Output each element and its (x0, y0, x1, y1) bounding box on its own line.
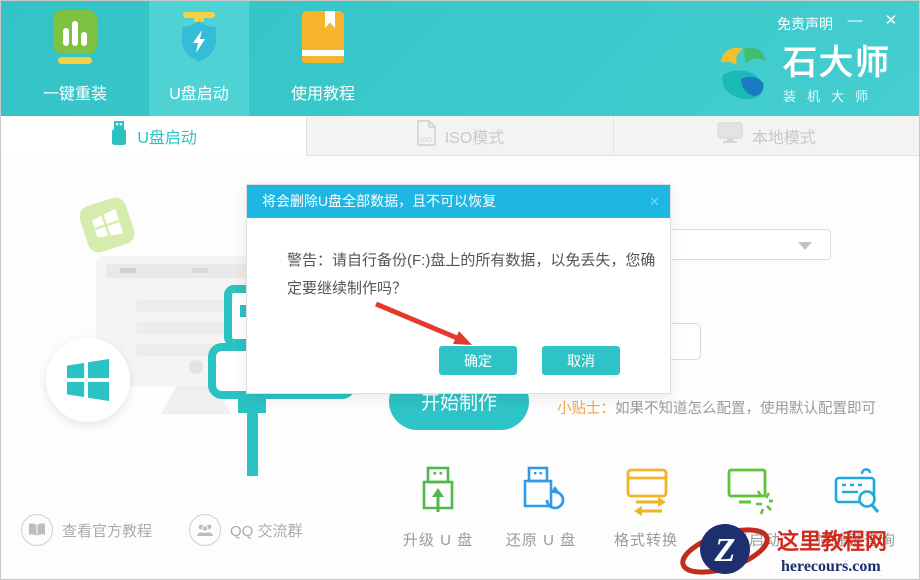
format-convert-icon (622, 466, 670, 521)
people-icon (189, 514, 221, 546)
usb-restore-icon (517, 466, 565, 521)
nav-item-tutorial[interactable]: 使用教程 (273, 1, 373, 116)
nav-label-reinstall: 一键重装 (43, 80, 107, 104)
brand-swirl-icon (713, 41, 773, 108)
tip-body: 如果不知道怎么配置，使用默认配置即可 (615, 401, 876, 417)
nav-label-usb-boot: U盘启动 (169, 80, 229, 104)
app-window: 一键重装 U盘启动 使用教程 (0, 0, 920, 580)
minimize-button[interactable]: — (843, 9, 867, 33)
svg-text:ISO: ISO (420, 137, 433, 144)
dialog-close-icon[interactable]: ✕ (649, 185, 660, 218)
brand-logo: 石大师 装机大师 (713, 41, 891, 108)
shield-bolt-icon (173, 10, 225, 71)
tip-text: 小贴士：如果不知道怎么配置，使用默认配置即可 (557, 397, 876, 418)
brand-subtitle: 装机大师 (783, 86, 891, 105)
usb-upgrade-icon (414, 466, 462, 521)
tip-label: 小贴士： (557, 401, 615, 417)
topbar: 一键重装 U盘启动 使用教程 (1, 1, 919, 116)
watermark-domain: herecours.com (781, 558, 881, 575)
disclaimer-link[interactable]: 免责声明 (777, 14, 833, 34)
cancel-button[interactable]: 取消 (542, 346, 620, 375)
windows-tile-illustration (77, 195, 137, 255)
tool-label: 还原 U 盘 (506, 529, 576, 550)
tab-local-mode[interactable]: 本地模式 (613, 116, 919, 156)
red-arrow-annotation (366, 296, 486, 358)
bar-chart-icon (49, 10, 101, 71)
mode-tabs: U盘启动 ISO ISO模式 本地模式 (1, 116, 919, 156)
tab-label-usb: U盘启动 (137, 124, 197, 148)
tab-usb-boot[interactable]: U盘启动 (1, 116, 306, 156)
tab-label-iso: ISO模式 (445, 124, 505, 148)
official-tutorial-link[interactable]: 查看官方教程 (21, 514, 152, 546)
close-button[interactable]: ✕ (879, 9, 903, 33)
footer-link-label: 查看官方教程 (62, 520, 152, 541)
tool-label: 升级 U 盘 (403, 529, 473, 550)
qq-group-link[interactable]: QQ 交流群 (189, 514, 303, 546)
simulate-boot-icon (725, 466, 773, 521)
dialog-title: 将会删除U盘全部数据，且不可以恢复 (262, 193, 496, 209)
watermark: Z 这里教程网 herecours.com (669, 519, 920, 580)
nav-item-usb-boot[interactable]: U盘启动 (149, 1, 249, 116)
dialog-message: 警告：请自行备份(F:)盘上的所有数据，以免丢失，您确定要继续制作吗？ (287, 247, 657, 303)
windows-logo-icon (67, 359, 109, 401)
tool-upgrade-usb[interactable]: 升级 U 盘 (386, 466, 490, 550)
brand-name: 石大师 (783, 45, 891, 81)
watermark-title: 这里教程网 (777, 529, 887, 554)
monitor-icon (717, 121, 743, 150)
windows-badge-illustration (46, 338, 130, 422)
book-icon (297, 10, 349, 71)
dialog-header: 将会删除U盘全部数据，且不可以恢复 ✕ (247, 185, 670, 218)
tool-restore-usb[interactable]: 还原 U 盘 (489, 466, 593, 550)
tab-label-local: 本地模式 (752, 124, 816, 148)
watermark-letter: Z (714, 532, 736, 569)
hotkey-query-icon (832, 466, 880, 521)
nav-item-reinstall[interactable]: 一键重装 (25, 1, 125, 116)
nav-label-tutorial: 使用教程 (291, 80, 355, 104)
footer-link-label: QQ 交流群 (230, 520, 303, 541)
tab-iso-mode[interactable]: ISO ISO模式 (306, 116, 612, 156)
confirm-dialog: 将会删除U盘全部数据，且不可以恢复 ✕ 警告：请自行备份(F:)盘上的所有数据，… (246, 184, 671, 394)
windows-logo-icon (91, 209, 124, 242)
usb-stick-icon (110, 121, 128, 150)
iso-file-icon: ISO (416, 120, 436, 151)
chevron-down-icon (798, 242, 812, 250)
book-outline-icon (21, 514, 53, 546)
